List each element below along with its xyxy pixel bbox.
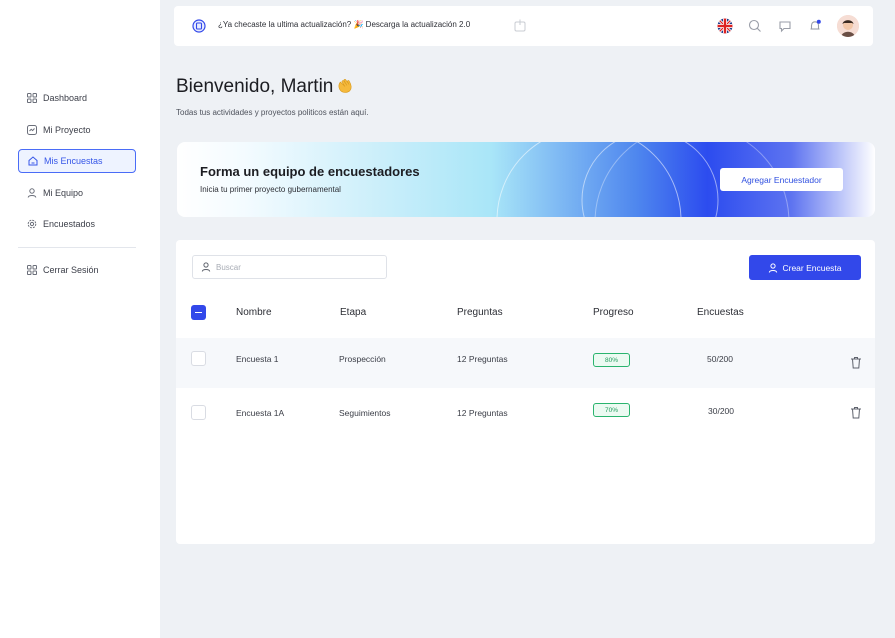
user-icon xyxy=(201,262,211,272)
sidebar-item-label: Mi Equipo xyxy=(43,187,84,198)
announcement-text[interactable]: ¿Ya checaste la ultima actualización? 🎉 … xyxy=(218,20,470,29)
trash-icon[interactable] xyxy=(850,406,862,419)
cell-name: Encuesta 1 xyxy=(236,354,279,364)
sidebar-item-label: Mi Proyecto xyxy=(43,124,91,135)
column-header-preguntas[interactable]: Preguntas xyxy=(457,307,503,318)
column-header-etapa[interactable]: Etapa xyxy=(340,307,366,318)
row-checkbox[interactable] xyxy=(191,405,206,420)
add-surveyor-button[interactable]: Agregar Encuestador xyxy=(720,168,843,191)
sidebar-item-mi-proyecto[interactable]: Mi Proyecto xyxy=(18,118,136,142)
banner-title: Forma un equipo de encuestadores xyxy=(200,164,420,179)
page-subtitle: Todas tus actividades y proyectos politi… xyxy=(176,108,369,117)
sidebar-item-label: Mis Encuestas xyxy=(44,156,103,166)
chart-icon xyxy=(26,124,37,135)
logout-button[interactable]: Cerrar Sesión xyxy=(18,258,136,282)
sidebar-item-mis-encuestas[interactable]: Mis Encuestas xyxy=(18,149,136,173)
select-all-checkbox[interactable] xyxy=(191,305,206,320)
sidebar-item-dashboard[interactable]: Dashboard xyxy=(18,86,136,110)
gear-icon xyxy=(26,219,37,230)
share-icon[interactable] xyxy=(514,19,526,32)
cell-name: Encuesta 1A xyxy=(236,408,285,418)
sidebar-divider xyxy=(18,247,136,248)
logout-label: Cerrar Sesión xyxy=(43,265,99,275)
cell-questions: 12 Preguntas xyxy=(457,354,508,364)
greeting-text: Bienvenido, Martin xyxy=(176,76,334,97)
search-icon[interactable] xyxy=(747,18,763,34)
user-plus-icon xyxy=(768,262,778,273)
row-checkbox[interactable] xyxy=(191,351,206,366)
cell-stage: Seguimientos xyxy=(339,408,391,418)
column-header-progreso[interactable]: Progreso xyxy=(593,307,634,318)
column-header-encuestas[interactable]: Encuestas xyxy=(697,307,744,318)
top-bar: ¿Ya checaste la ultima actualización? 🎉 … xyxy=(174,6,873,46)
cell-surveys: 50/200 xyxy=(707,354,733,364)
create-survey-button[interactable]: Crear Encuesta xyxy=(749,255,861,280)
avatar[interactable] xyxy=(837,15,859,37)
sidebar: Dashboard Mi Proyecto Mis Encuestas Mi E… xyxy=(0,0,160,638)
trash-icon[interactable] xyxy=(850,356,862,369)
cell-questions: 12 Preguntas xyxy=(457,408,508,418)
sidebar-nav: Dashboard Mi Proyecto Mis Encuestas Mi E… xyxy=(18,86,136,244)
grid-icon xyxy=(26,93,37,104)
table-row[interactable]: Encuesta 1 Prospección 12 Preguntas 80% … xyxy=(176,338,875,388)
cell-surveys: 30/200 xyxy=(708,406,734,416)
sidebar-item-label: Encuestados xyxy=(43,219,96,229)
page-title: Bienvenido, Martin xyxy=(176,76,354,98)
cell-stage: Prospección xyxy=(339,354,386,364)
user-icon xyxy=(26,187,37,198)
sidebar-item-mi-equipo[interactable]: Mi Equipo xyxy=(18,181,136,205)
search-input[interactable] xyxy=(216,262,376,272)
uk-flag-icon[interactable] xyxy=(717,18,733,34)
announcement-icon xyxy=(192,19,206,33)
team-banner: Forma un equipo de encuestadores Inicia … xyxy=(177,142,875,217)
table-row[interactable]: Encuesta 1A Seguimientos 12 Preguntas 70… xyxy=(176,388,875,438)
column-header-nombre[interactable]: Nombre xyxy=(236,307,272,318)
waving-hand-icon xyxy=(336,76,354,94)
home-icon xyxy=(27,156,38,167)
notification-bell-icon[interactable] xyxy=(807,18,823,34)
sidebar-item-label: Dashboard xyxy=(43,93,88,103)
topbar-icons xyxy=(717,15,859,37)
progress-badge: 80% xyxy=(593,353,630,367)
banner-subtitle: Inicia tu primer proyecto gubernamental xyxy=(200,185,341,194)
surveys-card: Crear Encuesta Nombre Etapa Preguntas Pr… xyxy=(176,240,875,544)
create-survey-label: Crear Encuesta xyxy=(782,262,842,273)
chat-icon[interactable] xyxy=(777,18,793,34)
main-content: ¿Ya checaste la ultima actualización? 🎉 … xyxy=(160,0,895,638)
sidebar-item-encuestados[interactable]: Encuestados xyxy=(18,212,136,236)
grid-icon xyxy=(26,265,37,276)
progress-badge: 70% xyxy=(593,403,630,417)
minus-icon xyxy=(195,311,202,314)
search-box[interactable] xyxy=(192,255,387,279)
